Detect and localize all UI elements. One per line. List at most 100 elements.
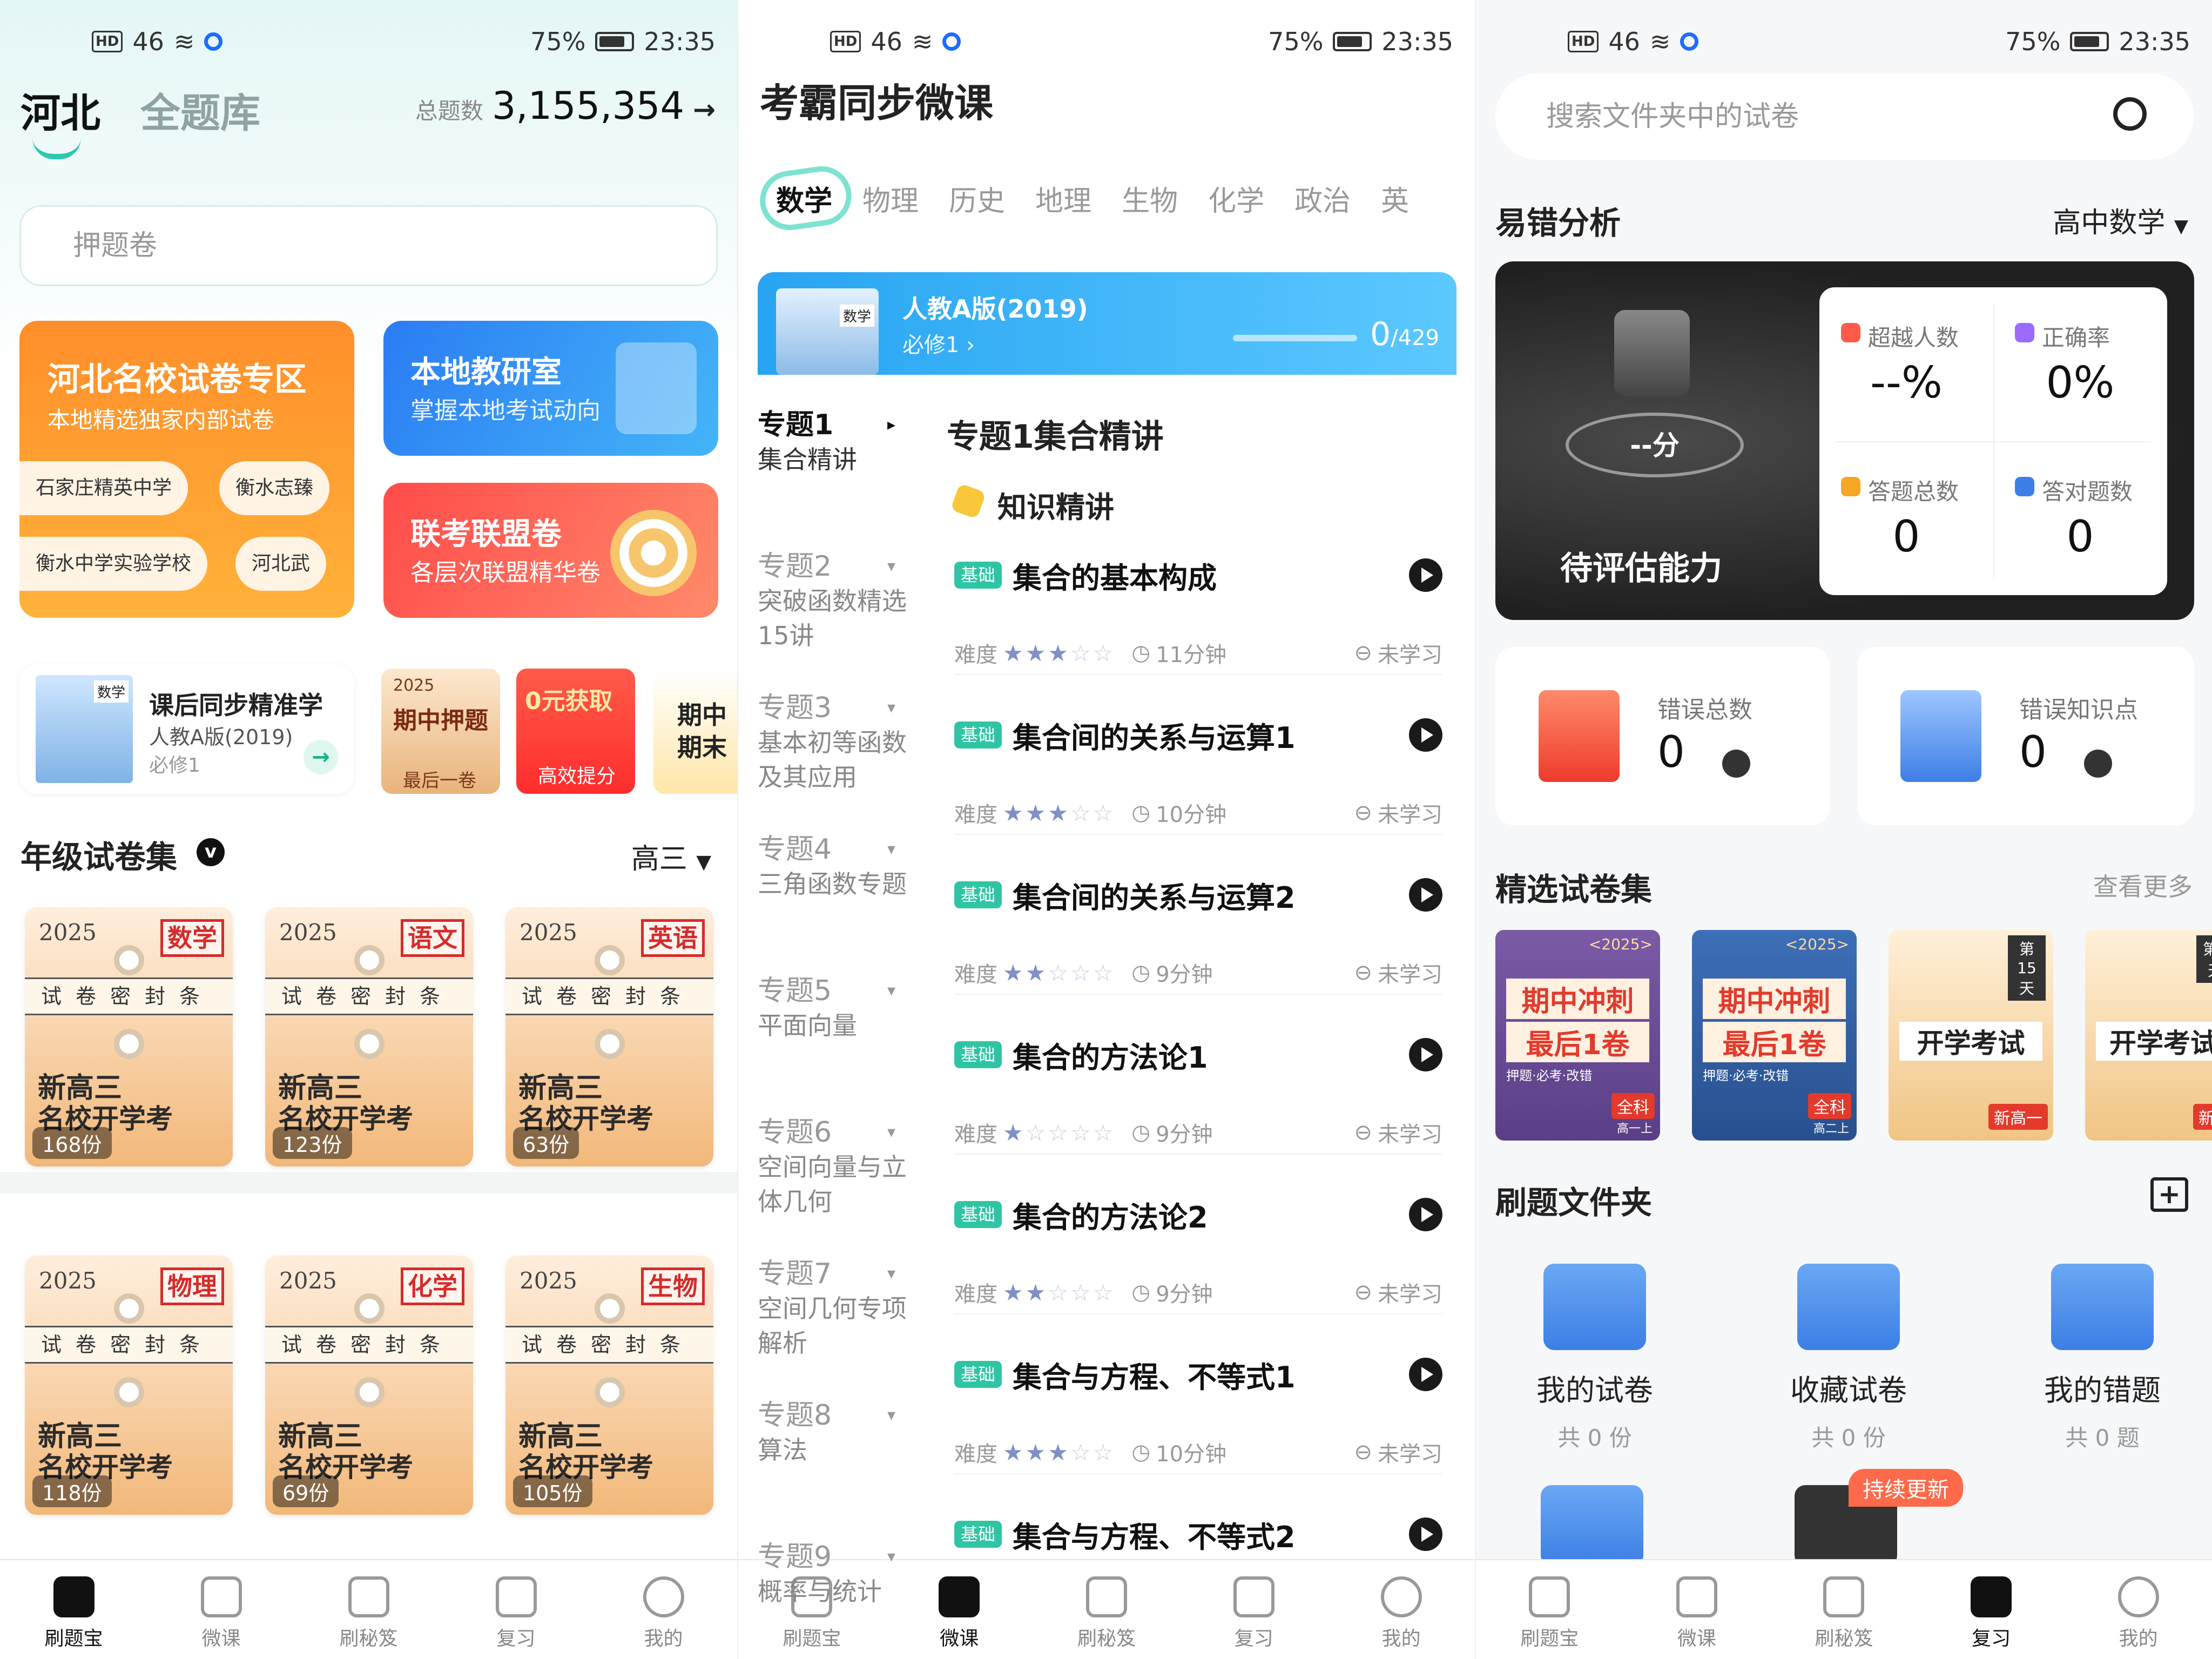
play-icon[interactable] [1409, 718, 1442, 752]
tab-me[interactable]: 我的 [1327, 1560, 1475, 1659]
union-exam-card[interactable]: 联考联盟卷 各层次联盟精华卷 [383, 483, 718, 618]
lesson-item[interactable]: 基础 集合的基本构成 难度 ★★★☆☆ ◷ 11分钟 ⊖ 未学习 [954, 551, 1442, 675]
folder-item[interactable]: 收藏试卷共 0 份 [1751, 1264, 1946, 1453]
play-icon[interactable] [1409, 1358, 1442, 1391]
folder-icon[interactable] [1541, 1485, 1643, 1566]
error-total-card[interactable]: 错误总数 0 [1495, 647, 1830, 825]
lesson-name: 集合间的关系与运算1 [1013, 720, 1296, 755]
subject-dropdown[interactable]: 高中数学 ▼ [2053, 200, 2188, 240]
subject-tab[interactable]: 物理 [862, 178, 919, 219]
difficulty-stars: ★★★☆☆ [1003, 1439, 1116, 1466]
chapter-desc: 概率与统计 [758, 1577, 882, 1606]
go-arrow-icon[interactable]: → [304, 740, 338, 774]
local-research-card[interactable]: 本地教研室 掌握本地考试动向 [383, 321, 718, 456]
tab-review[interactable]: 复习 [1918, 1560, 2065, 1659]
chapter-item[interactable]: 专题3 基本初等函数及其应用 ▾ [758, 691, 909, 794]
paper-seal: 试卷密封条 [25, 1326, 233, 1364]
tab-question-bank[interactable]: 刷题宝 [0, 1560, 147, 1659]
subject-tab[interactable]: 化学 [1208, 178, 1264, 219]
exam-paper-card[interactable]: 2025 数学 试卷密封条 新高三 名校开学考 168份 [25, 907, 233, 1166]
exam-paper-card[interactable]: 2025 语文 试卷密封条 新高三 名校开学考 123份 [265, 907, 473, 1166]
paper-set-cover[interactable]: 第1天开学考试新高 [2085, 930, 2212, 1141]
play-icon[interactable] [1409, 878, 1442, 912]
subject-tab[interactable]: 地理 [1035, 178, 1091, 219]
subject-tab[interactable]: 政治 [1294, 178, 1351, 219]
view-more-link[interactable]: 查看更多 [2093, 867, 2193, 903]
chapter-item[interactable]: 专题6 空间向量与立体几何 ▾ [758, 1115, 909, 1219]
ability-card[interactable]: --分 待评估能力 超越人数 --% 正确率 0% 答题总数 0 答对题数 0 [1495, 261, 2194, 620]
chapter-item[interactable]: 专题2 突破函数精选15讲 ▾ [758, 549, 909, 653]
tab-review[interactable]: 复习 [442, 1560, 590, 1659]
error-kp-card[interactable]: 错误知识点 0 [1857, 647, 2194, 825]
exam-paper-card[interactable]: 2025 英语 试卷密封条 新高三 名校开学考 63份 [505, 907, 713, 1166]
region-selector[interactable]: 河北 [21, 81, 100, 139]
midterm-predict-card[interactable]: 2025 期中押题 最后一卷 [381, 669, 500, 794]
progress-total: /429 [1391, 326, 1440, 350]
tab-review[interactable]: 复习 [1180, 1560, 1327, 1659]
folder-item[interactable]: 我的错题共 0 题 [2005, 1264, 2200, 1453]
tab-question-bank[interactable]: 刷题宝 [1476, 1560, 1623, 1659]
chapter-desc: 空间几何专项解析 [758, 1294, 907, 1358]
stat-cell: 正确率 0% [1993, 287, 2167, 441]
lesson-item[interactable]: 基础 集合的方法论1 难度 ★☆☆☆☆ ◷ 9分钟 ⊖ 未学习 [954, 1030, 1442, 1155]
school-pill[interactable]: 衡水中学实验学校 [19, 537, 208, 591]
folder-search-input[interactable]: 搜索文件夹中的试卷 [1495, 73, 2194, 160]
subject-tab[interactable]: 英 [1381, 178, 1409, 219]
exam-paper-card[interactable]: 2025 生物 试卷密封条 新高三 名校开学考 105份 [505, 1256, 713, 1515]
lesson-item[interactable]: 基础 集合间的关系与运算2 难度 ★★☆☆☆ ◷ 9分钟 ⊖ 未学习 [954, 871, 1442, 995]
tab-label: 微课 [201, 1628, 241, 1650]
tab-microcourse[interactable]: 微课 [1623, 1560, 1771, 1659]
lesson-item[interactable]: 基础 集合与方程、不等式2 [954, 1510, 1442, 1559]
tab-me[interactable]: 我的 [2065, 1560, 2212, 1659]
chapter-item[interactable]: 专题7 空间几何专项解析 ▾ [758, 1257, 909, 1360]
total-count[interactable]: 总题数 3,155,354 → [415, 84, 716, 128]
chapter-item[interactable]: 专题4 三角函数专题 ▾ [758, 832, 909, 901]
textbook-volume[interactable]: 必修1 › [902, 327, 975, 359]
free-get-card[interactable]: 0元获取 高效提分 [516, 669, 635, 794]
chapter-item[interactable]: 专题1 集合精讲 ▸ [758, 408, 909, 477]
tab-me[interactable]: 我的 [590, 1560, 737, 1659]
stat-icon [1841, 323, 1860, 342]
paper-set-cover[interactable]: 第15天 开学考试 新高一 [1889, 930, 2053, 1141]
cover-corner: 全科 [1611, 1093, 1655, 1119]
tab-secrets[interactable]: 刷秘笈 [1770, 1560, 1918, 1659]
school-pill[interactable]: 衡水志臻 [219, 461, 330, 515]
tab-secrets[interactable]: 刷秘笈 [295, 1560, 442, 1659]
lesson-item[interactable]: 基础 集合的方法论2 难度 ★★☆☆☆ ◷ 9分钟 ⊖ 未学习 [954, 1190, 1442, 1314]
folder-item[interactable]: 我的试卷共 0 份 [1498, 1264, 1692, 1453]
play-icon[interactable] [1409, 558, 1442, 592]
play-icon[interactable] [1409, 1518, 1442, 1551]
grade-dropdown[interactable]: 高三 ▼ [631, 836, 711, 876]
difficulty-label: 难度 [954, 643, 997, 667]
hebei-schools-banner[interactable]: 河北名校试卷专区 本地精选独家内部试卷 石家庄精英中学 衡水志臻 衡水中学实验学… [19, 321, 354, 618]
cover-top: <2025> [1785, 935, 1849, 953]
lesson-item[interactable]: 基础 集合间的关系与运算1 难度 ★★★☆☆ ◷ 10分钟 ⊖ 未学习 [954, 711, 1442, 835]
chapter-item[interactable]: 专题5 平面向量 ▾ [758, 974, 909, 1043]
subject-tab[interactable]: 历史 [949, 178, 1005, 219]
search-input[interactable]: 押题卷 [19, 205, 718, 286]
play-icon[interactable] [1409, 1198, 1442, 1231]
midterm-final-card[interactable]: 期中 期末 [653, 669, 737, 794]
school-pill[interactable]: 石家庄精英中学 [19, 461, 188, 515]
chapter-item[interactable]: 专题8 算法 ▾ [758, 1398, 909, 1467]
add-folder-icon[interactable]: + [2150, 1177, 2188, 1212]
lesson-status: 未学习 [1378, 802, 1442, 827]
paper-subject: 物理 [160, 1267, 224, 1305]
lesson-item[interactable]: 基础 集合与方程、不等式1 难度 ★★★☆☆ ◷ 10分钟 ⊖ 未学习 [954, 1350, 1442, 1474]
school-pill[interactable]: 河北武 [235, 537, 327, 591]
textbook-banner[interactable]: 数学 人教A版(2019) 必修1 › 0/429 [758, 272, 1456, 375]
tab-microcourse[interactable]: 微课 [147, 1560, 295, 1659]
paper-subject: 化学 [401, 1267, 464, 1305]
sync-study-card[interactable]: 数学 课后同步精准学 人教A版(2019) 必修1 → [19, 664, 354, 794]
play-icon[interactable] [1409, 1038, 1442, 1071]
exam-paper-card[interactable]: 2025 化学 试卷密封条 新高三 名校开学考 69份 [265, 1256, 473, 1515]
subject-tab[interactable]: 数学 [776, 178, 832, 219]
exam-paper-card[interactable]: 2025 物理 试卷密封条 新高三 名校开学考 118份 [25, 1256, 233, 1515]
chapter-item[interactable]: 专题9 概率与统计 ▾ [758, 1540, 909, 1609]
paper-set-cover[interactable]: <2025> 期中冲刺 最后1卷 押题·必考·改错 全科 高二上 [1692, 930, 1857, 1141]
search-icon[interactable] [2113, 97, 2147, 131]
subject-tab[interactable]: 生物 [1122, 178, 1178, 219]
tab-secrets[interactable]: 刷秘笈 [1033, 1560, 1181, 1659]
paper-set-cover[interactable]: <2025> 期中冲刺 最后1卷 押题·必考·改错 全科 高一上 [1495, 930, 1660, 1141]
paper-seal: 试卷密封条 [265, 1326, 473, 1364]
